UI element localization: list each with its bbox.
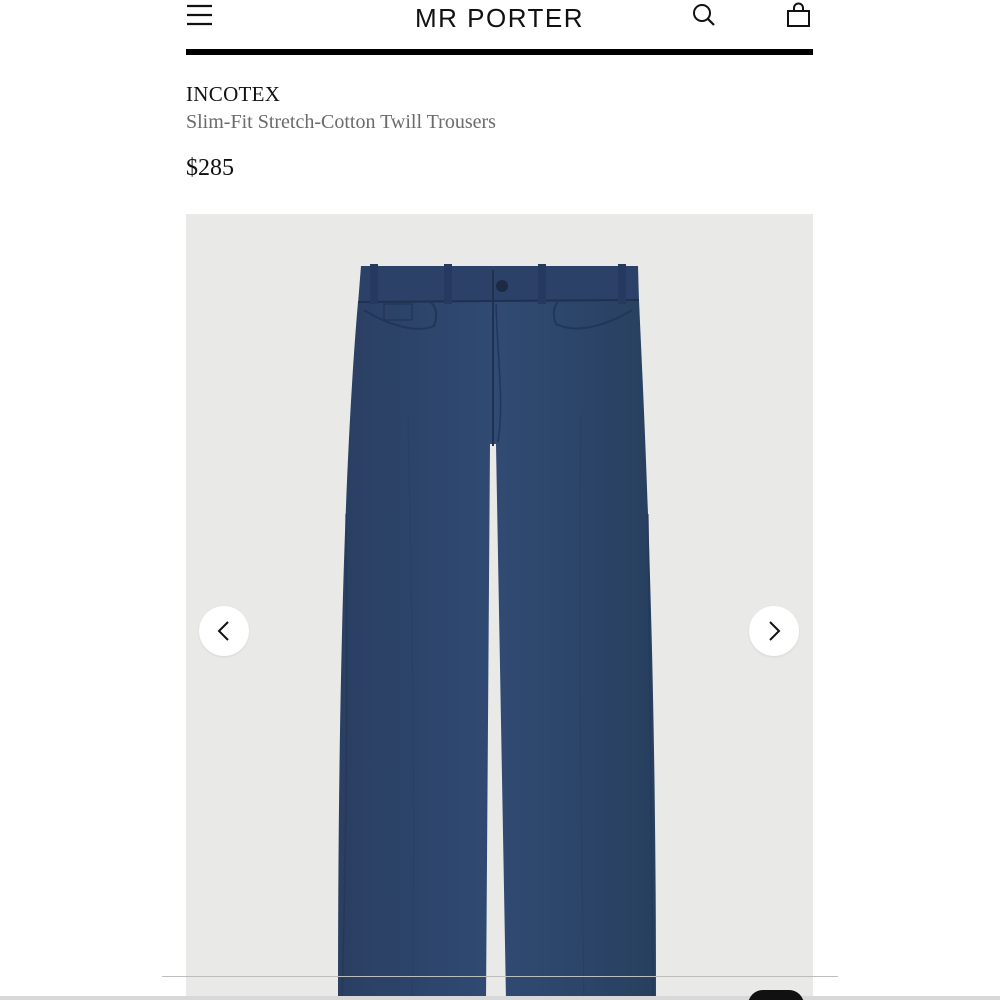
product-image-gallery[interactable] (186, 214, 813, 1000)
shopping-bag-icon (787, 2, 810, 27)
chevron-left-icon (217, 621, 229, 641)
site-logo[interactable]: MR PORTER (186, 3, 813, 34)
footer-divider (162, 976, 838, 977)
next-image-button[interactable] (749, 606, 799, 656)
product-title: Slim-Fit Stretch-Cotton Twill Trousers (186, 111, 496, 133)
floating-action-button[interactable] (748, 990, 804, 1000)
site-header: MR PORTER (186, 0, 813, 50)
shopping-bag-button[interactable] (786, 2, 812, 28)
previous-image-button[interactable] (199, 606, 249, 656)
bottom-bar (0, 996, 1000, 1000)
product-page: MR PORTER INCOTEX Slim-Fit Stretch-Cotto… (0, 0, 1000, 1000)
menu-button[interactable] (186, 2, 214, 28)
hamburger-menu-icon (187, 4, 212, 26)
product-image (338, 264, 656, 1000)
chevron-right-icon (769, 621, 781, 641)
search-icon (693, 4, 715, 26)
search-button[interactable] (691, 2, 717, 28)
header-divider (186, 49, 813, 55)
designer-name[interactable]: INCOTEX (186, 82, 280, 107)
product-price: $285 (186, 155, 234, 181)
